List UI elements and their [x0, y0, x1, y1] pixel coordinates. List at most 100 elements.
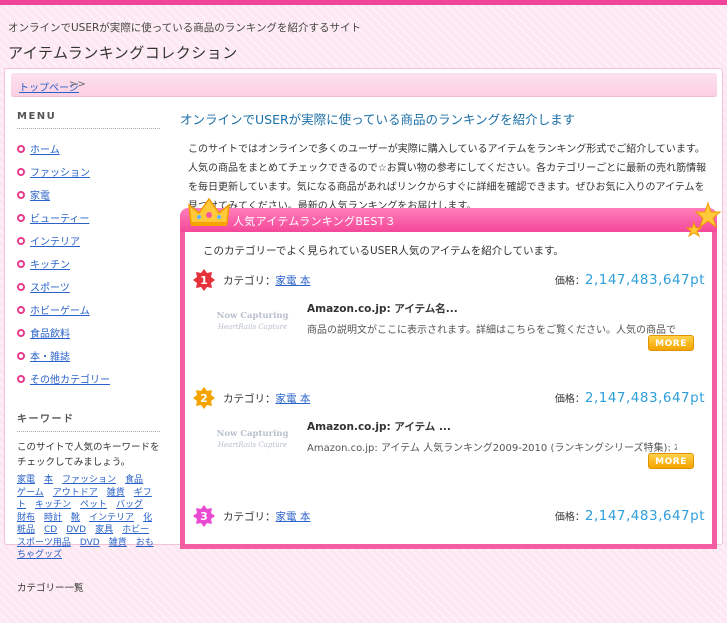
sidebar-item: インテリア [17, 229, 160, 252]
menu-heading: MENU [17, 111, 160, 129]
tag-link[interactable]: 家具 [95, 525, 113, 535]
tag-link[interactable]: 雑貨 [107, 488, 125, 498]
item-category: カテゴリ：家電 本 [223, 391, 310, 406]
keyword-text: このサイトで人気のキーワードをチェックしてみましょう。 [17, 442, 160, 468]
bullet-icon [17, 282, 25, 291]
tag-link[interactable]: ファッション [62, 475, 116, 485]
item-description: 商品の説明文がここに表示されます。詳細はこちらをご覧ください。人気の商品です。 … [307, 325, 677, 336]
ranking-title: 人気アイテムランキングBEST３ [233, 215, 397, 228]
item-thumbnail[interactable]: Now Capturing HeartRails Capture [215, 429, 290, 463]
sidebar-link[interactable]: インテリア [30, 233, 80, 248]
sidebar: MENU ホーム ファッション 家電 ビューティー インテリア キッチン スポー… [17, 111, 160, 594]
tag-link[interactable]: ゲーム [17, 488, 44, 498]
ranking-box: 人気アイテムランキングBEST３ このカテゴリーでよく見られているUSER人気の… [180, 197, 722, 549]
bullet-icon [17, 259, 25, 268]
sidebar-item: スポーツ [17, 275, 160, 298]
item-price: 価格：2,147,483,647pt [555, 390, 705, 406]
price-label: 価格： [554, 394, 585, 405]
top-accent-line [0, 0, 727, 5]
breadcrumb-separator: >> [69, 79, 86, 90]
category-link[interactable]: 家電 本 [276, 393, 311, 405]
sidebar-item: 家電 [17, 183, 160, 206]
rank-number: 1 [200, 274, 208, 287]
sidebar-link[interactable]: ホーム [30, 141, 60, 156]
sidebar-link[interactable]: その他カテゴリー [30, 371, 110, 386]
category-label: カテゴリ： [223, 275, 276, 287]
site-title[interactable]: アイテムランキングコレクション [8, 42, 238, 63]
tag-link[interactable]: キッチン [35, 500, 71, 510]
item-category: カテゴリ：家電 本 [223, 273, 310, 288]
sidebar-item: 本・雑誌 [17, 344, 160, 367]
content-frame: トップページ >> MENU ホーム ファッション 家電 ビューティー インテリ… [4, 68, 723, 594]
tag-cloud: 家電本ファッション 食品ゲーム アウトドア 雑貨 ギフト キッチン ペット バッグ財布 時計靴イ… [17, 474, 160, 562]
price-value: 2,147,483,647pt [584, 390, 705, 406]
sidebar-item: キッチン [17, 252, 160, 275]
tag-link[interactable]: CD [44, 525, 57, 535]
category-link[interactable]: 家電 本 [276, 275, 311, 287]
ranking-item: 3 カテゴリ：家電 本 価格：2,147,483,647pt [193, 505, 705, 623]
ranking-item: 1 カテゴリ：家電 本 価格：2,147,483,647pt Now Captu… [193, 269, 705, 387]
sidebar-link[interactable]: 食品飲料 [30, 325, 70, 340]
tag-link[interactable]: 雑貨 [109, 538, 127, 548]
thumb-caption: Now Capturing [216, 429, 289, 439]
thumb-subcaption: HeartRails Capture [217, 323, 288, 331]
sidebar-link[interactable]: スポーツ [30, 279, 70, 294]
category-link[interactable]: 家電 本 [276, 511, 311, 523]
item-price: 価格：2,147,483,647pt [555, 508, 705, 524]
item-title[interactable]: Amazon.co.jp: アイテム名... [307, 301, 458, 316]
item-description: Amazon.co.jp: アイテム 人気ランキング2009-2010 (ランキ… [307, 443, 677, 454]
price-value: 2,147,483,647pt [584, 508, 705, 524]
thumb-subcaption: HeartRails Capture [217, 441, 288, 449]
bullet-icon [17, 236, 25, 245]
category-label: カテゴリ： [223, 511, 276, 523]
sidebar-link[interactable]: ビューティー [30, 210, 89, 225]
more-button[interactable]: MORE [648, 453, 694, 469]
keyword-heading: キーワード [17, 410, 160, 432]
category-list-heading: カテゴリー一覧 [17, 582, 84, 594]
sidebar-link[interactable]: ファッション [30, 164, 90, 179]
tag-link[interactable]: インテリア [89, 513, 134, 523]
bullet-icon [17, 305, 25, 314]
bullet-icon [17, 167, 25, 176]
main-content: オンラインでUSERが実際に使っている商品のランキングを紹介します このサイトで… [180, 109, 722, 549]
tag-link[interactable]: 食品 [125, 475, 143, 485]
tag-link[interactable]: 靴 [71, 513, 80, 523]
bullet-icon [17, 144, 25, 153]
rank-2-icon: 2 [193, 387, 215, 409]
breadcrumb: トップページ >> [11, 73, 717, 97]
main-heading: オンラインでUSERが実際に使っている商品のランキングを紹介します [180, 112, 576, 127]
sidebar-link[interactable]: ホビーゲーム [30, 302, 90, 317]
item-thumbnail[interactable]: Now Capturing HeartRails Capture [215, 311, 290, 345]
sidebar-item: ビューティー [17, 206, 160, 229]
price-label: 価格： [554, 512, 585, 523]
tag-link[interactable]: 本 [44, 475, 53, 485]
item-category: カテゴリ：家電 本 [223, 509, 310, 524]
thumb-caption: Now Capturing [216, 311, 289, 321]
tag-link[interactable]: ホビー [122, 525, 149, 535]
price-label: 価格： [554, 276, 585, 287]
tag-link[interactable]: バッグ [116, 500, 143, 510]
price-value: 2,147,483,647pt [584, 272, 705, 288]
item-title[interactable]: Amazon.co.jp: アイテム ... [307, 419, 451, 434]
sidebar-link[interactable]: 家電 [30, 187, 50, 202]
crown-icon [188, 197, 230, 226]
tag-link[interactable]: 家電 [17, 475, 35, 485]
item-price: 価格：2,147,483,647pt [555, 272, 705, 288]
tag-link[interactable]: スポーツ用品 [17, 538, 71, 548]
sidebar-link[interactable]: 本・雑誌 [30, 348, 70, 363]
tag-link[interactable]: アウトドア [53, 488, 98, 498]
stars-icon [685, 201, 722, 237]
sidebar-item: ホーム [17, 137, 160, 160]
sidebar-item: 食品飲料 [17, 321, 160, 344]
tag-link[interactable]: 財布 [17, 513, 35, 523]
bullet-icon [17, 190, 25, 199]
rank-3-icon: 3 [193, 505, 215, 527]
tag-link[interactable]: 時計 [44, 513, 62, 523]
tag-link[interactable]: DVD [66, 525, 86, 535]
tag-link[interactable]: DVD [80, 538, 100, 548]
site-description: オンラインでUSERが実際に使っている商品のランキングを紹介するサイト [8, 22, 361, 34]
more-button[interactable]: MORE [648, 335, 694, 351]
sidebar-link[interactable]: キッチン [30, 256, 70, 271]
sidebar-item: その他カテゴリー [17, 367, 160, 390]
tag-link[interactable]: ペット [80, 500, 107, 510]
